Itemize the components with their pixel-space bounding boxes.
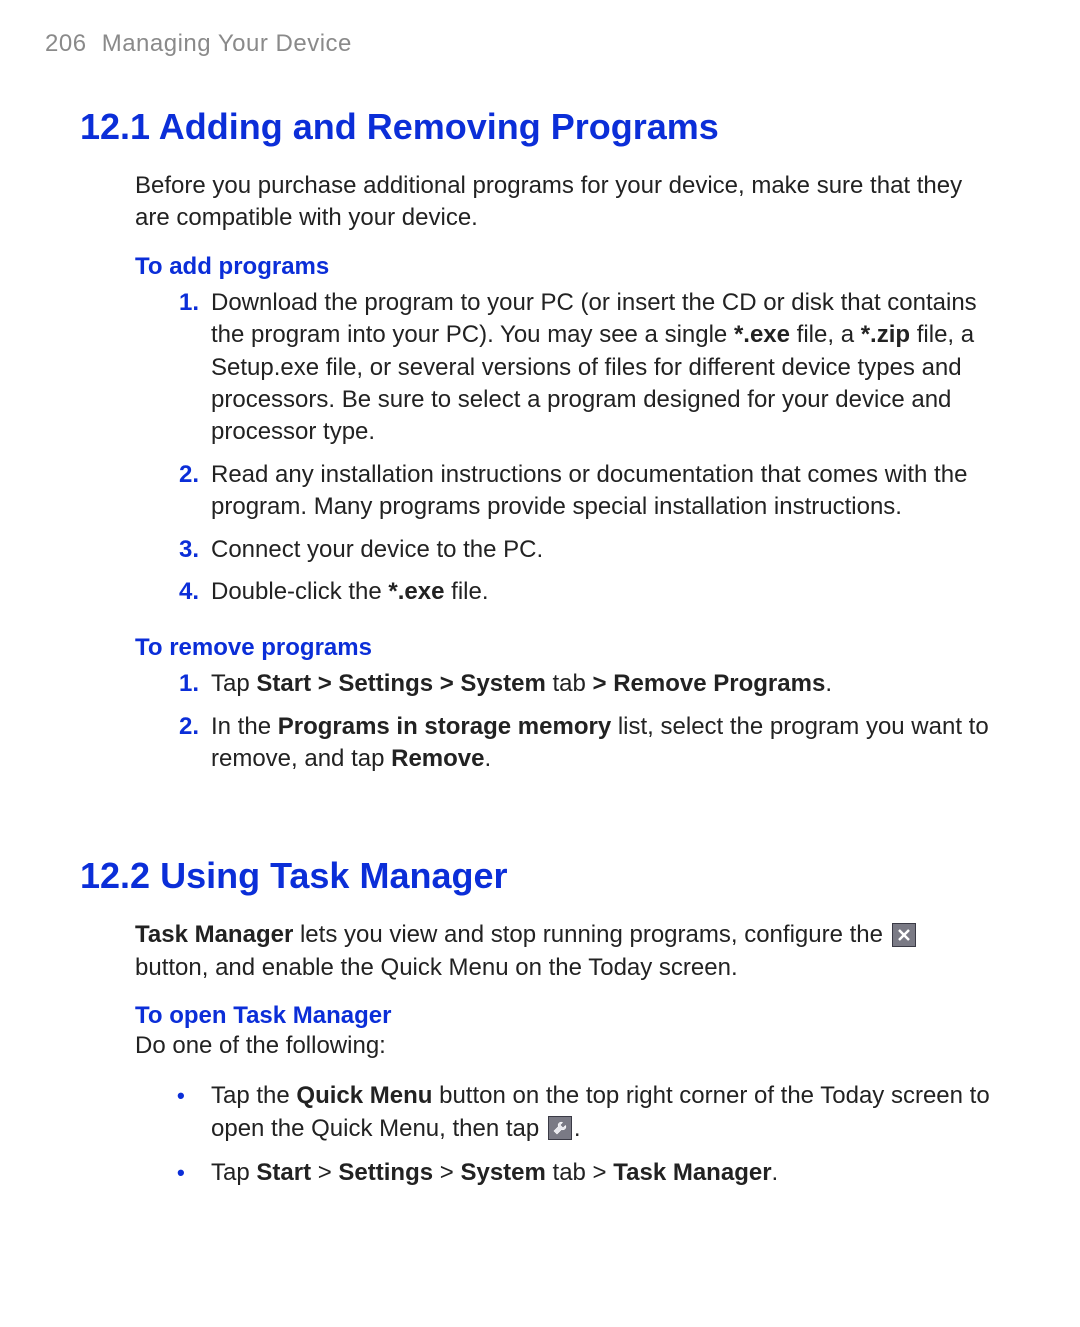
step-text: Connect your device to the PC. [211, 536, 543, 563]
close-icon [892, 923, 916, 947]
add-step-4: 4. Double-click the *.exe file. [205, 576, 990, 608]
subhead-open-task-manager: To open Task Manager [45, 1002, 990, 1030]
step-number: 1. [169, 287, 199, 319]
open-task-manager-bullets: • Tap the Quick Menu button on the top r… [45, 1079, 990, 1190]
subhead-add-programs: To add programs [45, 253, 990, 281]
bullet-text: Tap Start > Settings > System tab > Task… [211, 1159, 778, 1186]
page-number: 206 [45, 30, 87, 57]
step-number: 3. [169, 534, 199, 566]
step-text: Read any installation instructions or do… [211, 461, 967, 520]
running-header: 206 Managing Your Device [45, 30, 990, 58]
step-text: Tap Start > Settings > System tab > Remo… [211, 670, 832, 697]
section-heading-12-2: 12.2 Using Task Manager [45, 855, 990, 897]
remove-step-2: 2. In the Programs in storage memory lis… [205, 711, 990, 776]
manual-page: 206 Managing Your Device 12.1 Adding and… [0, 0, 1080, 1327]
bullet-marker: • [177, 1158, 185, 1189]
step-number: 2. [169, 711, 199, 743]
section-12-1-intro: Before you purchase additional programs … [45, 170, 990, 235]
section-heading-12-1: 12.1 Adding and Removing Programs [45, 106, 990, 148]
section-12-2-intro: Task Manager lets you view and stop runn… [45, 919, 990, 984]
bullet-start-settings: • Tap Start > Settings > System tab > Ta… [205, 1156, 990, 1190]
step-number: 2. [169, 459, 199, 491]
step-text: Download the program to your PC (or inse… [211, 289, 977, 446]
subhead-remove-programs: To remove programs [45, 634, 990, 662]
step-number: 4. [169, 576, 199, 608]
add-programs-steps: 1. Download the program to your PC (or i… [45, 287, 990, 609]
bullet-marker: • [177, 1081, 185, 1112]
open-task-manager-lead: Do one of the following: [45, 1030, 990, 1062]
step-number: 1. [169, 668, 199, 700]
bullet-quick-menu: • Tap the Quick Menu button on the top r… [205, 1079, 990, 1146]
add-step-3: 3. Connect your device to the PC. [205, 534, 990, 566]
add-step-1: 1. Download the program to your PC (or i… [205, 287, 990, 449]
running-title: Managing Your Device [102, 30, 352, 57]
remove-programs-steps: 1. Tap Start > Settings > System tab > R… [45, 668, 990, 775]
add-step-2: 2. Read any installation instructions or… [205, 459, 990, 524]
remove-step-1: 1. Tap Start > Settings > System tab > R… [205, 668, 990, 700]
wrench-icon [548, 1116, 572, 1140]
step-text: In the Programs in storage memory list, … [211, 713, 989, 772]
bullet-text: Tap the Quick Menu button on the top rig… [211, 1082, 990, 1143]
step-text: Double-click the *.exe file. [211, 578, 489, 605]
